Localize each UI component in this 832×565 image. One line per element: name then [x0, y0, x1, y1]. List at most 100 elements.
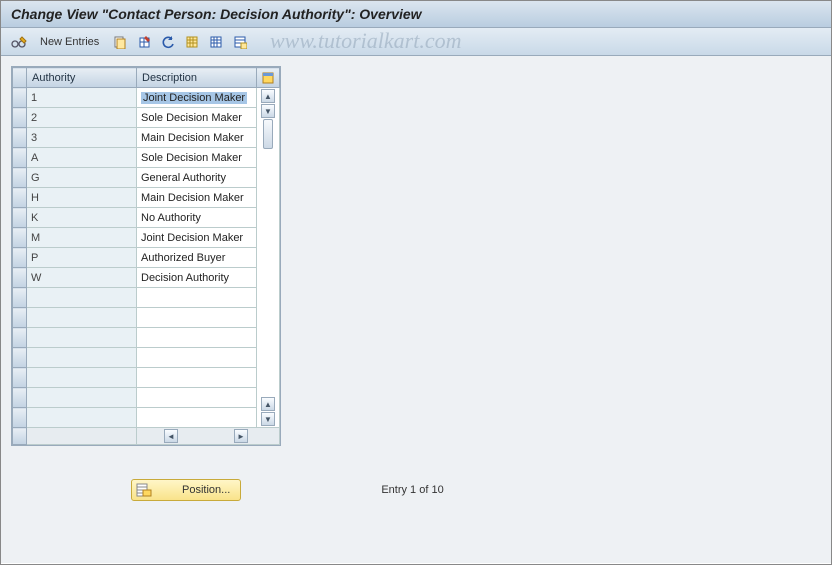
table-row: WDecision Authority — [13, 268, 280, 288]
description-cell[interactable]: Decision Authority — [137, 268, 257, 288]
description-cell[interactable]: Authorized Buyer — [137, 248, 257, 268]
row-selector[interactable] — [13, 88, 27, 108]
row-selector[interactable] — [13, 228, 27, 248]
table-print-icon — [233, 35, 247, 49]
scroll-down-button[interactable]: ▼ — [261, 104, 275, 118]
row-selector[interactable] — [13, 148, 27, 168]
row-selector[interactable] — [13, 268, 27, 288]
table-row: MJoint Decision Maker — [13, 228, 280, 248]
description-cell[interactable]: Sole Decision Maker — [137, 108, 257, 128]
row-selector[interactable] — [13, 328, 27, 348]
new-entries-button[interactable]: New Entries — [33, 32, 106, 52]
authority-cell[interactable] — [27, 388, 137, 408]
authority-cell[interactable] — [27, 368, 137, 388]
column-header-authority[interactable]: Authority — [27, 68, 137, 88]
table-row — [13, 328, 280, 348]
table-row: 1Joint Decision Maker▲▼▲▼ — [13, 88, 280, 108]
row-selector[interactable] — [13, 388, 27, 408]
row-selector[interactable] — [13, 188, 27, 208]
authority-cell[interactable] — [27, 308, 137, 328]
select-all-icon — [185, 35, 199, 49]
toggle-display-change-button[interactable] — [9, 32, 29, 52]
description-cell[interactable] — [137, 308, 257, 328]
table-row: ASole Decision Maker — [13, 148, 280, 168]
description-cell[interactable] — [137, 348, 257, 368]
toolbar: New Entries — [1, 28, 831, 56]
row-selector[interactable] — [13, 288, 27, 308]
authority-cell[interactable] — [27, 288, 137, 308]
row-selector[interactable] — [13, 408, 27, 428]
vertical-scrollbar[interactable]: ▲▼▲▼ — [257, 88, 280, 428]
row-selector-header[interactable] — [13, 68, 27, 88]
row-selector[interactable] — [13, 208, 27, 228]
scroll-right-button[interactable]: ► — [234, 429, 248, 443]
copy-icon — [113, 35, 127, 49]
table-row: 2Sole Decision Maker — [13, 108, 280, 128]
authority-cell[interactable]: 1 — [27, 88, 137, 108]
description-cell[interactable]: Joint Decision Maker — [137, 88, 257, 108]
authority-cell[interactable]: K — [27, 208, 137, 228]
description-cell[interactable] — [137, 388, 257, 408]
table-row: GGeneral Authority — [13, 168, 280, 188]
data-table-frame: Authority Description 1Joint Decision Ma… — [11, 66, 281, 446]
entry-status-text: Entry 1 of 10 — [381, 484, 443, 496]
authority-cell[interactable]: 3 — [27, 128, 137, 148]
description-cell[interactable] — [137, 328, 257, 348]
deselect-all-button[interactable] — [206, 32, 226, 52]
row-selector[interactable] — [13, 168, 27, 188]
work-area: Authority Description 1Joint Decision Ma… — [1, 56, 831, 563]
table-row — [13, 388, 280, 408]
scroll-thumb[interactable] — [263, 119, 273, 149]
select-all-button[interactable] — [182, 32, 202, 52]
authority-cell[interactable] — [27, 328, 137, 348]
table-config-icon — [262, 72, 274, 84]
row-selector[interactable] — [13, 348, 27, 368]
delete-button[interactable] — [134, 32, 154, 52]
table-row — [13, 368, 280, 388]
authority-cell[interactable]: A — [27, 148, 137, 168]
row-selector[interactable] — [13, 308, 27, 328]
page-title: Change View "Contact Person: Decision Au… — [1, 1, 831, 28]
table-row: PAuthorized Buyer — [13, 248, 280, 268]
print-button[interactable] — [230, 32, 250, 52]
position-button-label: Position... — [182, 484, 230, 496]
description-cell[interactable]: Main Decision Maker — [137, 128, 257, 148]
row-selector[interactable] — [13, 128, 27, 148]
data-table: Authority Description 1Joint Decision Ma… — [12, 67, 280, 445]
delete-icon — [137, 35, 151, 49]
description-cell[interactable]: Sole Decision Maker — [137, 148, 257, 168]
authority-cell[interactable]: 2 — [27, 108, 137, 128]
authority-cell[interactable]: W — [27, 268, 137, 288]
table-row — [13, 288, 280, 308]
scroll-up-button[interactable]: ▲ — [261, 89, 275, 103]
description-cell[interactable]: Joint Decision Maker — [137, 228, 257, 248]
authority-cell[interactable] — [27, 348, 137, 368]
description-cell[interactable]: Main Decision Maker — [137, 188, 257, 208]
table-settings-button[interactable] — [257, 68, 280, 88]
row-selector[interactable] — [13, 108, 27, 128]
table-row: 3Main Decision Maker — [13, 128, 280, 148]
undo-button[interactable] — [158, 32, 178, 52]
authority-cell[interactable]: M — [27, 228, 137, 248]
footer-bar: Position... Entry 1 of 10 — [11, 479, 821, 501]
row-selector[interactable] — [13, 368, 27, 388]
description-cell[interactable] — [137, 368, 257, 388]
table-row: HMain Decision Maker — [13, 188, 280, 208]
position-button[interactable]: Position... — [131, 479, 241, 501]
copy-as-button[interactable] — [110, 32, 130, 52]
authority-cell[interactable]: G — [27, 168, 137, 188]
authority-cell[interactable] — [27, 408, 137, 428]
description-cell[interactable]: General Authority — [137, 168, 257, 188]
authority-cell[interactable]: H — [27, 188, 137, 208]
scroll-left-button[interactable]: ◄ — [164, 429, 178, 443]
description-cell[interactable] — [137, 288, 257, 308]
authority-cell[interactable]: P — [27, 248, 137, 268]
column-header-description[interactable]: Description — [137, 68, 257, 88]
position-icon — [136, 483, 152, 497]
scroll-up-bottom-button[interactable]: ▲ — [261, 397, 275, 411]
row-selector[interactable] — [13, 248, 27, 268]
description-cell[interactable] — [137, 408, 257, 428]
description-cell[interactable]: No Authority — [137, 208, 257, 228]
scroll-down-bottom-button[interactable]: ▼ — [261, 412, 275, 426]
table-row: KNo Authority — [13, 208, 280, 228]
